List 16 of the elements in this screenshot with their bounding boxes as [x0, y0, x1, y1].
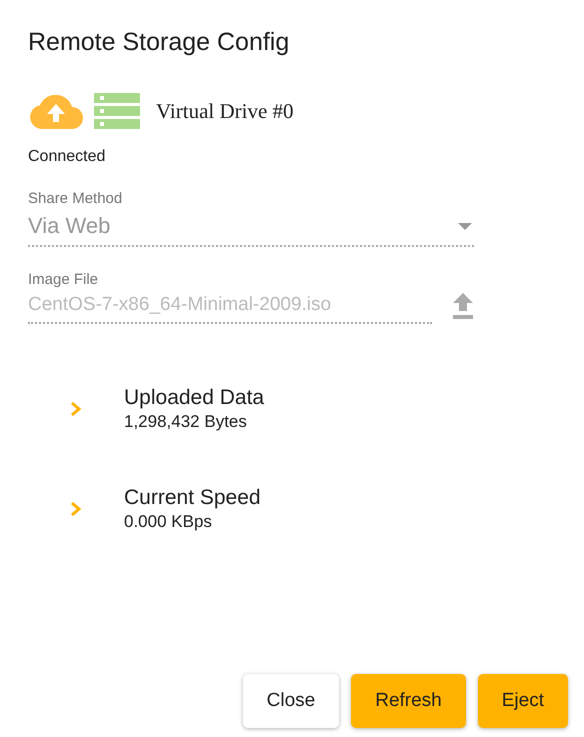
stat-title: Uploaded Data	[124, 386, 264, 410]
stat-value: 1,298,432 Bytes	[124, 412, 248, 432]
stat-value: 0.000 KBps	[124, 512, 213, 532]
drive-name: Virtual Drive #0	[156, 99, 294, 124]
upload-icon[interactable]	[452, 293, 474, 319]
field-label: Image File	[28, 271, 100, 288]
dialog-button[interactable]: Eject	[478, 674, 568, 728]
server-icon	[94, 93, 140, 130]
connection-status: Connected	[27, 147, 106, 166]
dialog-title: Remote Storage Config	[27, 27, 290, 57]
dialog-button[interactable]: Refresh	[351, 674, 466, 728]
cloud-upload-icon	[28, 94, 84, 128]
dialog-button[interactable]: Close	[242, 674, 340, 728]
stat-title: Current Speed	[124, 486, 261, 510]
dropdown-arrow-icon	[458, 222, 472, 230]
field-label: Share Method	[28, 190, 124, 207]
